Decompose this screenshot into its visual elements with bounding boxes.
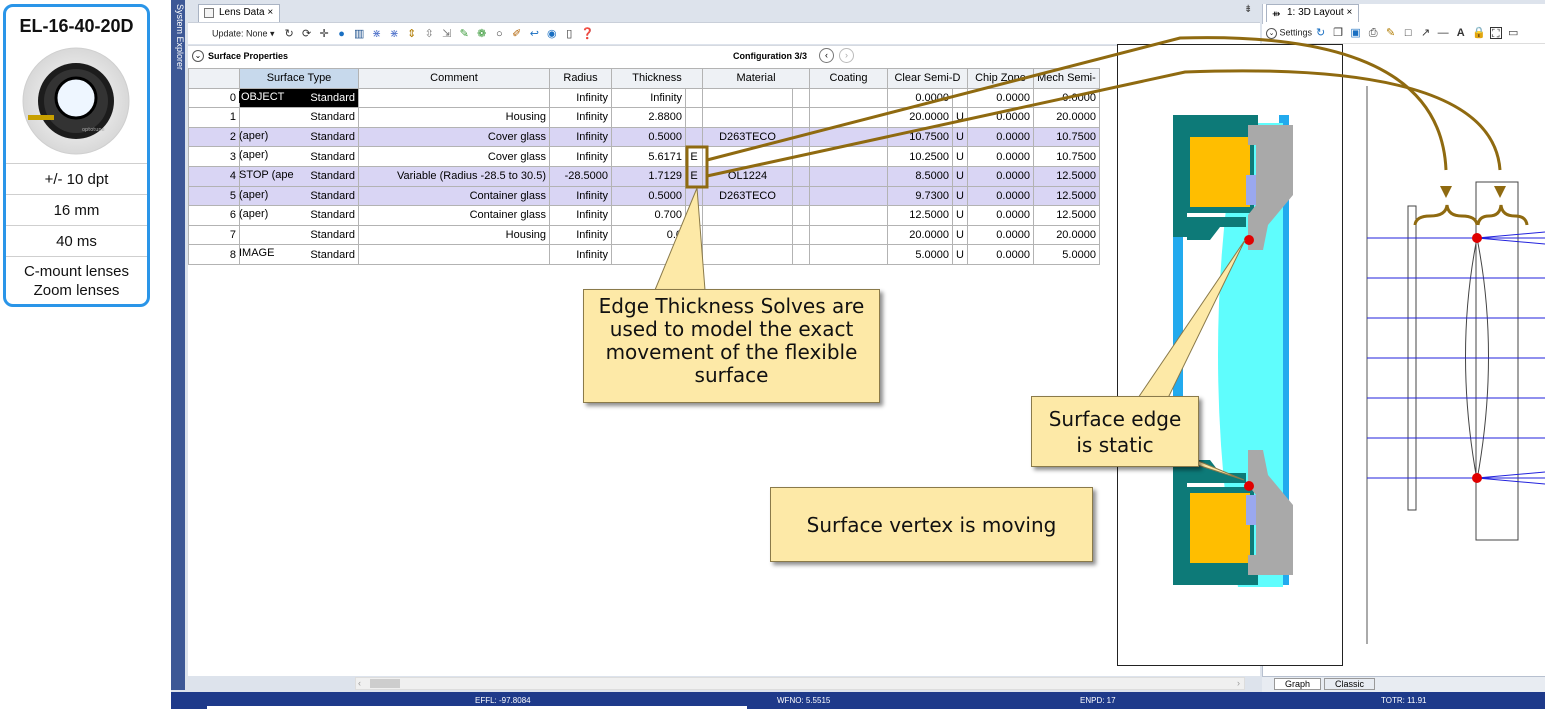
- surface-label: (aper): [239, 129, 269, 142]
- surface-label: (aper): [239, 149, 269, 162]
- surface-label: (aper): [239, 208, 269, 221]
- callout-surface-vertex-moving: Surface vertex is moving: [770, 487, 1093, 562]
- status-enpd: ENPD: 17: [1080, 696, 1116, 705]
- surface-label: IMAGE: [239, 247, 275, 260]
- surface-label: STOP (ape: [239, 168, 294, 181]
- status-totr: TOTR: 11.91: [1381, 696, 1427, 705]
- surface-label: OBJECT: [239, 90, 287, 103]
- status-effl: EFFL: -97.8084: [475, 696, 531, 705]
- callout-edge-thickness-solves: Edge Thickness Solves are used to model …: [583, 289, 880, 403]
- surface-label: (aper): [239, 188, 269, 201]
- callout-surface-edge-static: Surface edge is static: [1031, 396, 1199, 467]
- status-wfno: WFNO: 5.5515: [777, 696, 831, 705]
- callout-edge-static-line1: Surface edge: [1048, 407, 1182, 431]
- callout-edge-static-line2: is static: [1076, 433, 1154, 457]
- e-solve-highlight: [685, 145, 709, 189]
